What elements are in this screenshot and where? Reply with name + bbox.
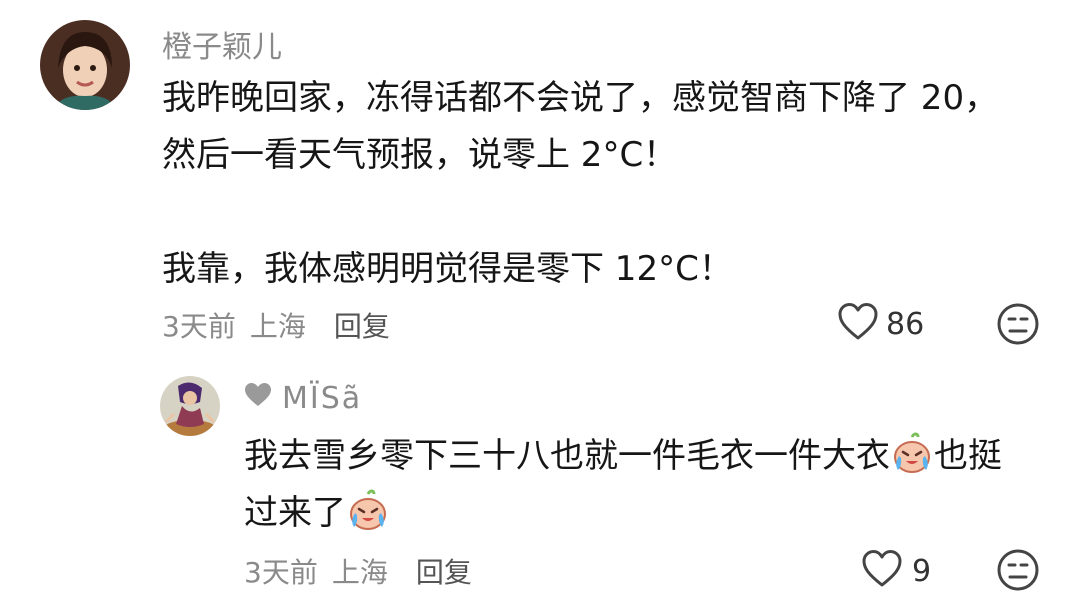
comment-line: 然后一看天气预报，说零上 2°C！: [162, 135, 678, 175]
comment-line: 我靠，我体感明明觉得是零下 12°C！: [162, 249, 733, 289]
comment-meta: 3天前 上海 回复: [162, 305, 390, 345]
replier-username-row[interactable]: MÏSã: [244, 381, 362, 416]
reply-like-count: 9: [912, 553, 932, 589]
reply-meta: 3天前 上海 回复: [244, 551, 472, 591]
heart-outline-icon: [860, 547, 904, 595]
reply-line: 过来了: [244, 485, 1064, 542]
heart-filled-icon: [244, 381, 272, 416]
reply-location: 上海: [331, 556, 388, 589]
reply-line-text: 我去雪乡零下三十八也就一件毛衣一件大衣: [244, 436, 890, 476]
reply-reply-button[interactable]: 回复: [416, 551, 472, 591]
reply-text: 我去雪乡零下三十八也就一件毛衣一件大衣 也挺 过来了: [244, 428, 1064, 542]
comment-line: 我昨晚回家，冻得话都不会说了，感觉智商下降了 20，: [162, 78, 999, 118]
reply-time: 3天前: [244, 556, 318, 589]
neutral-face-icon: [996, 303, 1040, 350]
neutral-face-icon: [996, 549, 1040, 596]
commenter-username[interactable]: 橙子颖儿: [162, 22, 282, 66]
commenter-avatar[interactable]: [40, 20, 130, 110]
crying-laughing-emoji: [346, 489, 390, 533]
reply-dislike-button[interactable]: [996, 548, 1040, 596]
comment-location: 上海: [249, 310, 306, 343]
reply-line-text: 也挺: [934, 436, 1002, 476]
dislike-button[interactable]: [996, 302, 1040, 350]
reply-line-text: 过来了: [244, 493, 346, 533]
like-count: 86: [886, 306, 925, 342]
reply-like-button[interactable]: 9: [860, 547, 931, 595]
reply-line: 我去雪乡零下三十八也就一件毛衣一件大衣 也挺: [244, 428, 1064, 485]
crying-laughing-emoji: [890, 432, 934, 476]
replier-avatar[interactable]: [160, 376, 220, 436]
comment-time: 3天前: [162, 310, 236, 343]
comment-text: 我昨晚回家，冻得话都不会说了，感觉智商下降了 20， 然后一看天气预报，说零上 …: [162, 70, 1062, 298]
reply-button[interactable]: 回复: [334, 305, 390, 345]
heart-outline-icon: [836, 300, 880, 348]
comment-line: [162, 184, 1062, 241]
replier-username: MÏSã: [282, 381, 363, 416]
like-button[interactable]: 86: [836, 300, 924, 348]
